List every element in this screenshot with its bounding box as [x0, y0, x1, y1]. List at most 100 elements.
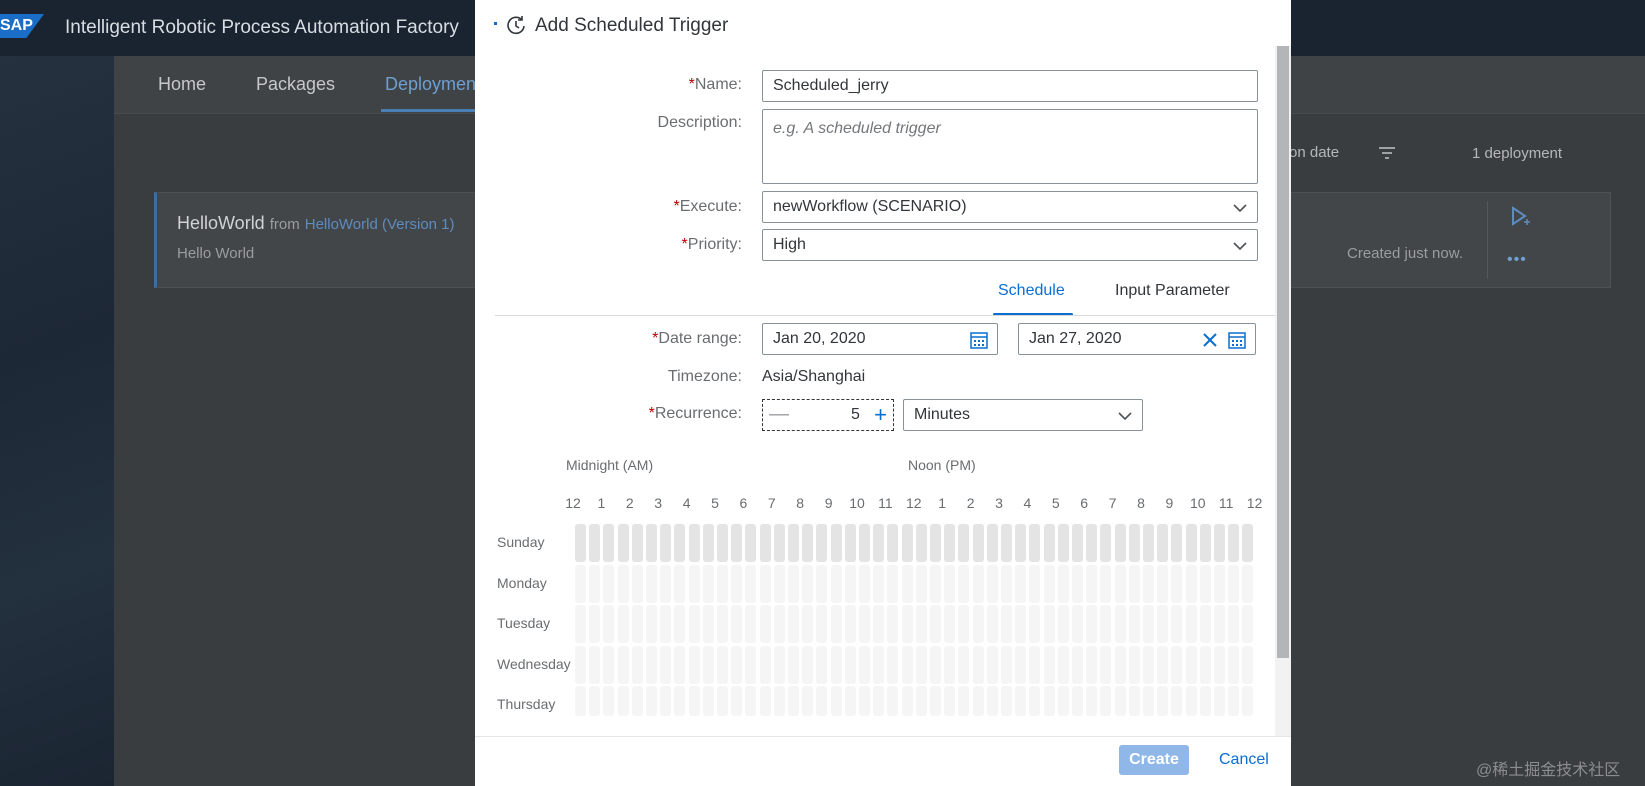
- schedule-cell[interactable]: [944, 686, 956, 716]
- schedule-cell[interactable]: [901, 686, 913, 716]
- schedule-cell[interactable]: [788, 524, 799, 562]
- schedule-cell[interactable]: [887, 605, 899, 643]
- schedule-cell[interactable]: [1228, 686, 1240, 716]
- schedule-cell[interactable]: [873, 645, 885, 684]
- minus-icon[interactable]: —: [769, 403, 789, 426]
- schedule-cell[interactable]: [759, 564, 771, 603]
- schedule-cell[interactable]: [773, 645, 785, 684]
- schedule-cell[interactable]: [944, 564, 956, 603]
- schedule-cell[interactable]: [745, 524, 757, 562]
- schedule-cell[interactable]: [745, 605, 757, 643]
- recurrence-unit-select[interactable]: Minutes: [903, 399, 1143, 431]
- card-package-link[interactable]: HelloWorld (Version 1): [305, 216, 455, 233]
- schedule-cell[interactable]: [873, 564, 885, 603]
- schedule-cell[interactable]: [1015, 686, 1027, 716]
- schedule-cell[interactable]: [887, 564, 899, 603]
- schedule-cell[interactable]: [759, 605, 771, 643]
- schedule-cell[interactable]: [660, 524, 672, 562]
- schedule-cell[interactable]: [844, 524, 856, 562]
- schedule-cell[interactable]: [958, 524, 970, 562]
- schedule-cell[interactable]: [1072, 686, 1083, 716]
- schedule-cell[interactable]: [631, 564, 643, 603]
- schedule-cell[interactable]: [773, 564, 785, 603]
- schedule-cell[interactable]: [646, 524, 657, 562]
- schedule-cell[interactable]: [901, 605, 913, 643]
- tab-home[interactable]: Home: [158, 74, 206, 95]
- schedule-cell[interactable]: [1157, 686, 1169, 716]
- schedule-cell[interactable]: [745, 564, 757, 603]
- schedule-cell[interactable]: [930, 605, 941, 643]
- schedule-cell[interactable]: [1185, 524, 1197, 562]
- schedule-cell[interactable]: [589, 564, 601, 603]
- schedule-cell[interactable]: [1015, 645, 1027, 684]
- schedule-cell[interactable]: [915, 524, 927, 562]
- schedule-cell[interactable]: [1072, 645, 1083, 684]
- schedule-cell[interactable]: [1199, 564, 1211, 603]
- schedule-cell[interactable]: [1214, 645, 1225, 684]
- schedule-cell[interactable]: [589, 524, 601, 562]
- schedule-cell[interactable]: [1029, 645, 1041, 684]
- schedule-cell[interactable]: [589, 605, 601, 643]
- schedule-cell[interactable]: [1185, 605, 1197, 643]
- schedule-cell[interactable]: [887, 524, 899, 562]
- schedule-cell[interactable]: [930, 645, 941, 684]
- schedule-cell[interactable]: [802, 686, 814, 716]
- schedule-cell[interactable]: [575, 564, 586, 603]
- schedule-cell[interactable]: [688, 524, 700, 562]
- schedule-cell[interactable]: [589, 645, 601, 684]
- scrollbar[interactable]: [1277, 46, 1289, 658]
- schedule-cell[interactable]: [1157, 564, 1169, 603]
- schedule-cell[interactable]: [859, 605, 870, 643]
- schedule-cell[interactable]: [1043, 645, 1055, 684]
- schedule-cell[interactable]: [1057, 645, 1069, 684]
- schedule-cell[interactable]: [915, 564, 927, 603]
- schedule-cell[interactable]: [972, 524, 984, 562]
- schedule-cell[interactable]: [1128, 524, 1140, 562]
- tab-input-parameter[interactable]: Input Parameter: [1115, 282, 1230, 300]
- schedule-cell[interactable]: [702, 564, 714, 603]
- schedule-cell[interactable]: [1171, 605, 1183, 643]
- schedule-cell[interactable]: [859, 686, 870, 716]
- more-icon[interactable]: •••: [1507, 251, 1527, 269]
- schedule-cell[interactable]: [1072, 564, 1083, 603]
- schedule-cell[interactable]: [731, 605, 743, 643]
- schedule-cell[interactable]: [1043, 564, 1055, 603]
- schedule-cell[interactable]: [1001, 645, 1012, 684]
- schedule-cell[interactable]: [1086, 564, 1098, 603]
- create-button[interactable]: Create: [1119, 745, 1189, 775]
- schedule-cell[interactable]: [688, 605, 700, 643]
- schedule-cell[interactable]: [745, 686, 757, 716]
- schedule-cell[interactable]: [631, 524, 643, 562]
- schedule-cell[interactable]: [617, 564, 629, 603]
- tab-packages[interactable]: Packages: [256, 74, 335, 95]
- schedule-cell[interactable]: [958, 686, 970, 716]
- schedule-cell[interactable]: [1199, 524, 1211, 562]
- schedule-cell[interactable]: [674, 686, 686, 716]
- schedule-cell[interactable]: [1086, 645, 1098, 684]
- schedule-cell[interactable]: [816, 524, 828, 562]
- schedule-cell[interactable]: [930, 686, 941, 716]
- schedule-cell[interactable]: [1100, 645, 1112, 684]
- schedule-cell[interactable]: [1114, 524, 1126, 562]
- schedule-cell[interactable]: [1072, 524, 1083, 562]
- schedule-cell[interactable]: [674, 524, 686, 562]
- schedule-cell[interactable]: [1015, 605, 1027, 643]
- schedule-cell[interactable]: [631, 605, 643, 643]
- schedule-cell[interactable]: [873, 605, 885, 643]
- schedule-cell[interactable]: [731, 686, 743, 716]
- schedule-cell[interactable]: [1043, 524, 1055, 562]
- schedule-cell[interactable]: [1001, 524, 1012, 562]
- schedule-cell[interactable]: [702, 605, 714, 643]
- schedule-cell[interactable]: [1114, 686, 1126, 716]
- schedule-cell[interactable]: [617, 686, 629, 716]
- schedule-cell[interactable]: [717, 686, 728, 716]
- schedule-cell[interactable]: [1128, 645, 1140, 684]
- schedule-cell[interactable]: [830, 564, 842, 603]
- schedule-cell[interactable]: [646, 645, 657, 684]
- schedule-cell[interactable]: [702, 645, 714, 684]
- schedule-cell[interactable]: [1029, 564, 1041, 603]
- schedule-cell[interactable]: [773, 524, 785, 562]
- schedule-cell[interactable]: [1114, 564, 1126, 603]
- schedule-cell[interactable]: [915, 686, 927, 716]
- schedule-cell[interactable]: [1143, 524, 1154, 562]
